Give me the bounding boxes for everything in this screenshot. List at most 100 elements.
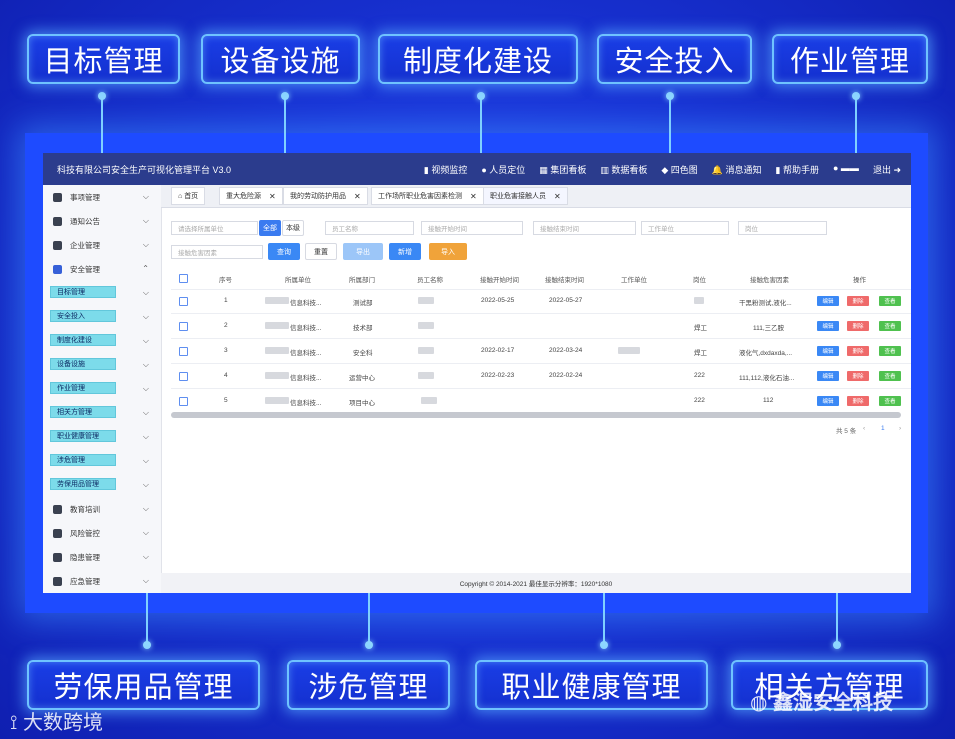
end-time-input[interactable]: 接触结束时间 [533,221,636,235]
sidebar-item-hidden-danger[interactable]: 隐患管理 ⌵ [43,545,161,569]
close-icon[interactable]: ✕ [354,192,361,201]
tab-workplace-detection[interactable]: 工作场所职业危害因素检测 ✕ [371,187,484,205]
delete-button[interactable]: 删除 [847,346,869,356]
header-employee: 员工名称 [417,277,443,284]
redacted [265,372,289,379]
row-checkbox[interactable] [179,347,188,356]
chevron-down-icon: ⌵ [142,480,149,489]
callout-operation-management: 作业管理 [772,34,928,84]
org-select[interactable]: 请选择所属单位 [171,221,258,235]
row-checkbox[interactable] [179,297,188,306]
delete-button[interactable]: 删除 [847,321,869,331]
edit-button[interactable]: 编辑 [817,321,839,331]
employee-name-input[interactable]: 员工名称 [325,221,414,235]
sidebar-sub-labor-protection[interactable]: 劳保用品管理 ⌵ [43,473,161,497]
chevron-right-icon[interactable]: › [899,425,901,432]
row-checkbox[interactable] [179,397,188,406]
header-dept: 所属部门 [349,277,375,284]
pager-current-page[interactable]: 1 [881,425,885,432]
menu-video[interactable]: ▮ 视频监控 [424,163,467,176]
view-button[interactable]: 查看 [879,371,901,381]
edit-button[interactable]: 编辑 [817,371,839,381]
horizontal-scrollbar[interactable] [171,412,901,418]
callout-equipment-facilities: 设备设施 [201,34,360,84]
sidebar-item-safety[interactable]: 安全管理 ⌃ [43,257,161,281]
view-button[interactable]: 查看 [879,396,901,406]
sidebar-sub-operation[interactable]: 作业管理 ⌵ [43,377,161,401]
sidebar: 事项管理 ⌵ 通知公告 ⌵ 企业管理 ⌵ 安全管理 ⌃ 目标管理 ⌵ 安全投入 ⌵ 制度化建… [43,185,162,593]
sidebar-item-enterprise[interactable]: 企业管理 ⌵ [43,233,161,257]
row-checkbox[interactable] [179,372,188,381]
select-all-checkbox[interactable] [179,274,188,283]
tab-my-protective-equipment[interactable]: 我的劳动防护用品 ✕ [283,187,368,205]
header-no: 序号 [219,277,232,284]
sidebar-sub-equipment[interactable]: 设备设施 ⌵ [43,353,161,377]
work-unit-input[interactable]: 工作单位 [641,221,729,235]
hazard-factor-input[interactable]: 接触危害因素 [171,245,263,259]
chevron-down-icon: ⌵ [142,504,149,513]
edit-button[interactable]: 编辑 [817,296,839,306]
self-level-button[interactable]: 本级 [282,220,304,236]
close-icon[interactable]: ✕ [470,192,477,201]
row-checkbox[interactable] [179,322,188,331]
sidebar-sub-related-party[interactable]: 相关方管理 ⌵ [43,401,161,425]
delete-button[interactable]: 删除 [847,371,869,381]
header-start: 接触开始时间 [480,277,519,284]
header-factor: 接触危害因素 [750,277,789,284]
tab-exposed-personnel[interactable]: 职业危害接触人员 ✕ [483,187,568,205]
user-avatar-icon[interactable]: ● ▬▬ [833,163,859,176]
sidebar-sub-goal[interactable]: 目标管理 ⌵ [43,281,161,305]
sidebar-sub-investment[interactable]: 安全投入 ⌵ [43,305,161,329]
tab-major-hazard[interactable]: 重大危险源 ✕ [219,187,283,205]
sidebar-sub-hazard[interactable]: 涉危管理 ⌵ [43,449,161,473]
redacted [618,347,640,354]
top-bar: 科技有限公司安全生产可视化管理平台 V3.0 ▮ 视频监控 ● 人员定位 ▦ 集… [43,153,911,185]
menu-help[interactable]: ▮ 帮助手册 [776,163,819,176]
start-time-input[interactable]: 接触开始时间 [421,221,523,235]
view-button[interactable]: 查看 [879,321,901,331]
menu-group-board[interactable]: ▦ 集团看板 [539,163,586,176]
edit-button[interactable]: 编辑 [817,396,839,406]
search-button[interactable]: 查询 [268,243,300,260]
watermark-right: ◍ 鑫湿安全科技 [750,692,894,714]
chevron-down-icon: ⌵ [142,432,149,441]
app-window: 科技有限公司安全生产可视化管理平台 V3.0 ▮ 视频监控 ● 人员定位 ▦ 集… [43,153,911,593]
chevron-left-icon[interactable]: ‹ [863,425,865,432]
pager-total: 共 5 条 [836,428,857,435]
export-button[interactable]: 导出 [343,243,383,260]
menu-logout[interactable]: 退出 ➜ [873,163,901,176]
sidebar-sub-occupational-health[interactable]: 职业健康管理 ⌵ [43,425,161,449]
matters-icon [53,192,62,202]
enterprise-icon [53,240,62,250]
post-input[interactable]: 岗位 [738,221,827,235]
delete-button[interactable]: 删除 [847,296,869,306]
chevron-down-icon: ⌵ [142,216,149,225]
view-button[interactable]: 查看 [879,296,901,306]
close-icon[interactable]: ✕ [554,192,561,201]
add-button[interactable]: 新增 [389,243,421,260]
sidebar-item-emergency[interactable]: 应急管理 ⌵ [43,569,161,593]
view-button[interactable]: 查看 [879,346,901,356]
menu-messages[interactable]: 🔔 消息通知 [712,163,762,176]
reset-button[interactable]: 重置 [305,243,337,260]
tab-home[interactable]: ⌂ 首页 [171,187,206,205]
chevron-up-icon: ⌃ [142,264,149,273]
menu-data-board[interactable]: ▥ 数据看板 [600,163,647,176]
import-button[interactable]: 导入 [429,243,467,260]
delete-button[interactable]: 删除 [847,396,869,406]
divider [171,289,911,290]
sidebar-item-risk[interactable]: 风险管控 ⌵ [43,521,161,545]
sidebar-item-notices[interactable]: 通知公告 ⌵ [43,209,161,233]
menu-positioning[interactable]: ● 人员定位 [481,163,525,176]
all-button[interactable]: 全部 [259,220,281,236]
menu-four-color[interactable]: ◆ 四色图 [661,163,697,176]
callout-hazard-management: 涉危管理 [287,660,450,710]
sidebar-item-matters[interactable]: 事项管理 ⌵ [43,185,161,209]
header-work-unit: 工作单位 [621,277,647,284]
edit-button[interactable]: 编辑 [817,346,839,356]
sidebar-sub-institution[interactable]: 制度化建设 ⌵ [43,329,161,353]
header-end: 接触结束时间 [545,277,584,284]
redacted [418,322,434,329]
sidebar-item-training[interactable]: 教育培训 ⌵ [43,497,161,521]
close-icon[interactable]: ✕ [269,192,276,201]
